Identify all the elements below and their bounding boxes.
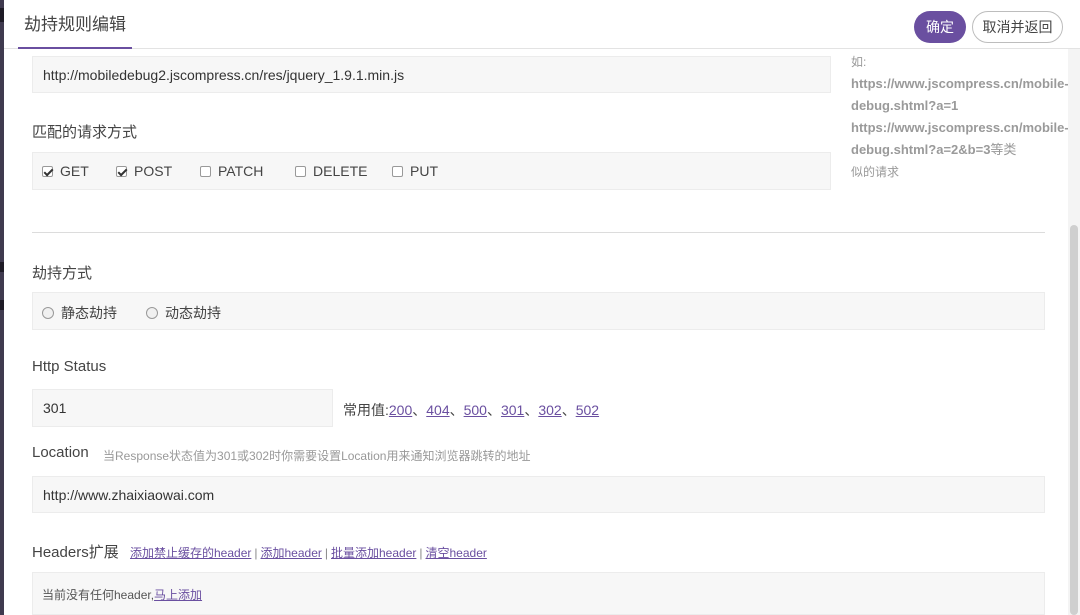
checkbox-icon[interactable] [295, 165, 306, 177]
example-prefix: 如: [851, 55, 867, 69]
example-url-line-2: debug.shtml?a=1 [851, 98, 959, 113]
status-value-502[interactable]: 502 [576, 402, 599, 418]
example-url-line-4: debug.shtml?a=2&b=3 [851, 142, 991, 157]
page: 劫持规则编辑 确定 取消并返回 如: https://www.jscompres… [0, 0, 1080, 615]
clear-header-link[interactable]: 清空header [426, 546, 487, 560]
method-get-label: GET [60, 163, 89, 179]
separator: | [324, 546, 328, 560]
left-window-edge [0, 0, 4, 615]
separator: 、 [412, 402, 427, 418]
method-post[interactable]: POST [116, 163, 172, 179]
checkbox-icon[interactable] [392, 165, 403, 177]
vertical-scrollbar-thumb[interactable] [1070, 225, 1078, 615]
location-hint: 当Response状态值为301或302时你需要设置Location用来通知浏览… [103, 449, 531, 463]
batch-add-header-link[interactable]: 批量添加header [331, 546, 416, 560]
method-put-label: PUT [410, 163, 438, 179]
add-no-cache-header-link[interactable]: 添加禁止缓存的header [130, 546, 251, 560]
method-patch-label: PATCH [218, 163, 264, 179]
methods-label: 匹配的请求方式 [32, 124, 138, 141]
separator: 、 [449, 402, 464, 418]
hijack-static-label: 静态劫持 [61, 305, 117, 321]
example-url-line-3: https://www.jscompress.cn/mobile- [851, 120, 1069, 135]
example-url-line-4-wrap: debug.shtml?a=2&b=3等类 [851, 139, 1068, 161]
location-input[interactable] [32, 476, 1045, 513]
headers-ext-actions: 添加禁止缓存的header | 添加header | 批量添加header | 清空head… [130, 544, 487, 561]
checkbox-icon[interactable] [200, 165, 211, 177]
separator: | [254, 546, 258, 560]
checkbox-icon[interactable] [42, 165, 53, 177]
method-get[interactable]: GET [42, 163, 89, 179]
separator: 、 [486, 402, 501, 418]
method-post-label: POST [134, 163, 173, 179]
radio-icon[interactable] [42, 307, 54, 319]
url-example-hint: 如: https://www.jscompress.cn/mobile- deb… [851, 51, 1069, 183]
hijack-mode-label: 劫持方式 [32, 265, 93, 282]
common-values-prefix: 常用值: [343, 402, 389, 418]
method-put[interactable]: PUT [392, 163, 438, 179]
cancel-and-return-button[interactable]: 取消并返回 [972, 11, 1063, 43]
status-value-500[interactable]: 500 [464, 402, 487, 418]
separator: | [419, 546, 423, 560]
status-value-404[interactable]: 404 [426, 402, 449, 418]
headers-empty-text: 当前没有任何header, [42, 588, 155, 602]
status-value-200[interactable]: 200 [389, 402, 412, 418]
status-value-301[interactable]: 301 [501, 402, 524, 418]
location-label: Location [32, 444, 89, 461]
separator: 、 [561, 402, 576, 418]
section-divider [32, 232, 1045, 233]
hijack-dynamic-option[interactable]: 动态劫持 [146, 303, 221, 323]
add-now-link[interactable]: 马上添加 [154, 588, 202, 602]
method-patch[interactable]: PATCH [200, 163, 263, 179]
method-delete[interactable]: DELETE [295, 163, 367, 179]
hijack-static-option[interactable]: 静态劫持 [42, 303, 117, 323]
common-status-values: 常用值:200、404、500、301、302、502 [343, 400, 599, 420]
example-url-line-1: https://www.jscompress.cn/mobile- [851, 76, 1069, 91]
checkbox-icon[interactable] [116, 165, 127, 177]
headers-list-box: 当前没有任何header,马上添加 [32, 572, 1045, 615]
separator: 、 [524, 402, 539, 418]
http-status-input[interactable] [32, 389, 333, 427]
example-url-line-4-suffix: 等类 [990, 142, 1017, 157]
method-delete-label: DELETE [313, 163, 368, 179]
page-title: 劫持规则编辑 [18, 0, 132, 49]
confirm-button[interactable]: 确定 [914, 11, 966, 43]
status-value-302[interactable]: 302 [538, 402, 561, 418]
add-header-link[interactable]: 添加header [261, 546, 322, 560]
hijack-dynamic-label: 动态劫持 [165, 305, 221, 321]
headers-ext-label: Headers扩展 [32, 544, 119, 561]
headers-empty-message: 当前没有任何header,马上添加 [42, 586, 202, 603]
example-url-line-5: 似的请求 [851, 165, 900, 179]
http-status-label: Http Status [32, 358, 107, 375]
url-match-input[interactable] [32, 56, 831, 93]
radio-icon[interactable] [146, 307, 158, 319]
